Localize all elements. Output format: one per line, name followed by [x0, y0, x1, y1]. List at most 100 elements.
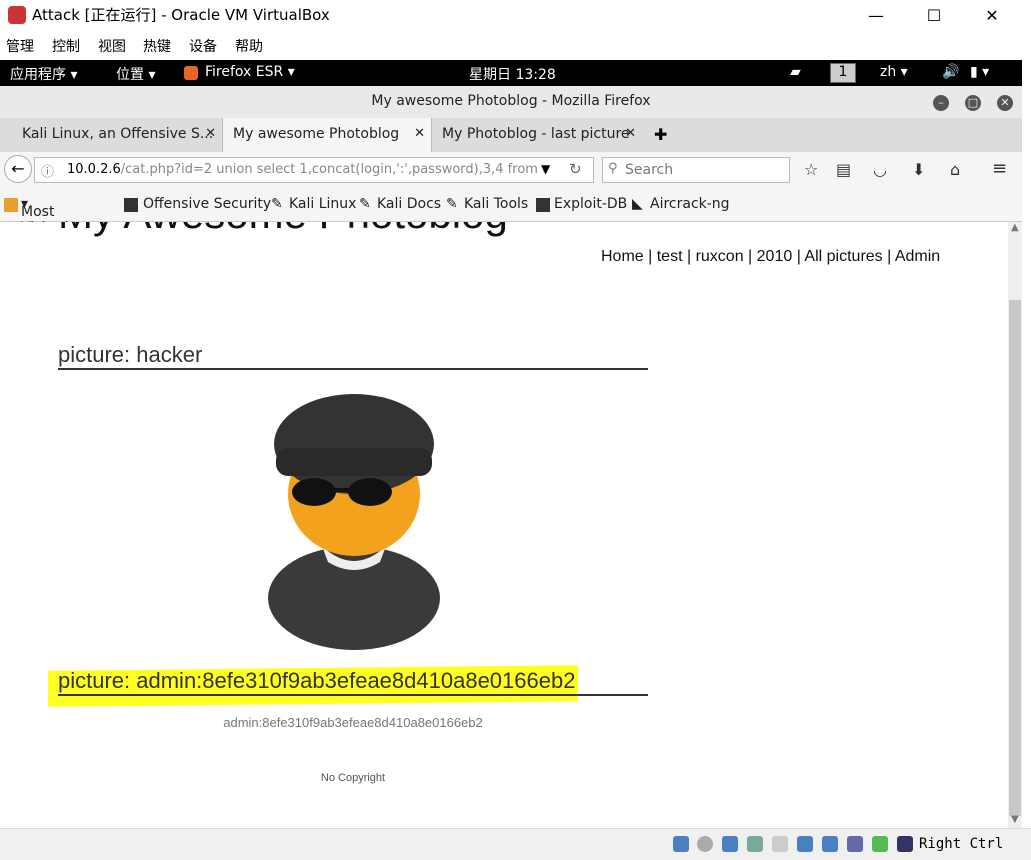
home-icon[interactable]: ⌂: [950, 160, 960, 179]
host-key-label: Right Ctrl: [919, 836, 1004, 852]
pocket-icon[interactable]: ◡: [873, 160, 887, 179]
vertical-scrollbar[interactable]: ▲ ▼: [1008, 222, 1022, 828]
download-icon[interactable]: ⬇: [912, 160, 925, 179]
host-close-button[interactable]: ✕: [963, 0, 1021, 30]
firefox-window-title: My awesome Photoblog - Mozilla Firefox: [371, 93, 651, 109]
kali-icon: ✎: [271, 196, 283, 212]
bookmark-kali-docs[interactable]: Kali Docs: [377, 196, 441, 212]
page-content: My Awesome Photoblog Home | test | ruxco…: [0, 222, 1008, 828]
nav-ruxcon[interactable]: ruxcon: [696, 248, 744, 265]
url-text[interactable]: 10.0.2.6/cat.php?id=2 union select 1,con…: [67, 162, 547, 177]
firefox-app-menu[interactable]: Firefox ESR ▾: [205, 64, 295, 80]
menu-control[interactable]: 控制: [52, 36, 80, 56]
hacker-avatar-image: [268, 394, 440, 650]
tab-photoblog[interactable]: My awesome Photoblog ✕: [222, 118, 432, 152]
virtualbox-icon: [8, 6, 26, 24]
bookmark-kali-tools[interactable]: Kali Tools: [464, 196, 528, 212]
bookmark-aircrack-ng[interactable]: Aircrack-ng: [650, 196, 730, 212]
cd-icon[interactable]: [697, 836, 713, 852]
clock[interactable]: 星期日 13:28: [469, 64, 556, 84]
close-icon[interactable]: ✕: [205, 126, 216, 141]
ff-minimize-icon[interactable]: –: [933, 95, 949, 111]
menu-devices[interactable]: 设备: [189, 36, 217, 56]
menu-hotkey[interactable]: 热键: [143, 36, 171, 56]
video-icon[interactable]: ▰: [790, 64, 801, 80]
menu-view[interactable]: 视图: [98, 36, 126, 56]
optical-drive-icon[interactable]: [673, 836, 689, 852]
url-bar[interactable]: ⓘ 10.0.2.6/cat.php?id=2 union select 1,c…: [34, 157, 594, 183]
navigation-toolbar: ← ⓘ 10.0.2.6/cat.php?id=2 union select 1…: [0, 152, 1022, 188]
firefox-icon: [184, 66, 198, 80]
places-menu[interactable]: 位置 ▾: [116, 64, 155, 84]
menu-manage[interactable]: 管理: [6, 36, 34, 56]
power-icon[interactable]: ▮ ▾: [970, 64, 989, 80]
bookmark-most-visited[interactable]: Most Visited ▾: [21, 196, 68, 236]
close-icon[interactable]: ✕: [414, 126, 425, 141]
reload-icon[interactable]: ↻: [569, 160, 582, 178]
search-icon: ⚲: [608, 161, 618, 176]
tab-strip: Kali Linux, an Offensive S... ✕ My awesom…: [0, 118, 1022, 152]
keyboard-capture-icon[interactable]: [897, 836, 913, 852]
back-arrow-icon[interactable]: ←: [4, 155, 32, 183]
site-title: My Awesome Photoblog: [58, 222, 508, 238]
nav-test[interactable]: test: [657, 248, 683, 265]
scroll-up-icon[interactable]: ▲: [1011, 222, 1019, 233]
exploit-db-icon: [536, 198, 550, 212]
folder-icon: [4, 198, 18, 212]
cpu-icon[interactable]: [847, 836, 863, 852]
menu-help[interactable]: 帮助: [235, 36, 263, 56]
applications-menu[interactable]: 应用程序 ▾: [10, 64, 77, 84]
host-menu-bar: 管理 控制 视图 热键 设备 帮助: [0, 30, 1031, 58]
tab-kali[interactable]: Kali Linux, an Offensive S... ✕: [0, 118, 222, 152]
network-icon[interactable]: [747, 836, 763, 852]
picture-heading-hacker: picture: hacker: [58, 342, 648, 370]
gnome-top-panel: 应用程序 ▾ 位置 ▾ Firefox ESR ▾ 星期日 13:28 ▰ 1 …: [0, 60, 1022, 86]
host-window-title: Attack [正在运行] - Oracle VM VirtualBox: [32, 6, 330, 24]
firefox-title-bar: My awesome Photoblog - Mozilla Firefox –…: [0, 86, 1022, 118]
bookmark-exploit-db[interactable]: Exploit-DB: [554, 196, 627, 212]
bookmarks-toolbar: Most Visited ▾ Offensive Security ✎ Kali…: [0, 188, 1022, 236]
picture-heading-admin: picture: admin:8efe310f9ab3efeae8d410a8e…: [58, 668, 648, 696]
nav-all-pictures[interactable]: All pictures: [804, 248, 882, 265]
host-minimize-button[interactable]: —: [847, 0, 905, 30]
language-menu[interactable]: zh ▾: [880, 64, 908, 80]
scroll-down-icon[interactable]: ▼: [1011, 814, 1019, 825]
kali-docs-icon: ✎: [359, 196, 371, 212]
site-nav: Home | test | ruxcon | 2010 | All pictur…: [601, 248, 941, 265]
bookmark-offensive-security[interactable]: Offensive Security: [143, 196, 271, 212]
aircrack-icon: ◣: [632, 196, 643, 212]
host-maximize-button[interactable]: ☐: [905, 0, 963, 30]
vbox-status-bar: Right Ctrl: [0, 828, 1031, 860]
volume-icon[interactable]: 🔊: [942, 64, 959, 80]
nav-admin[interactable]: Admin: [895, 248, 940, 265]
ff-maximize-icon[interactable]: □: [965, 95, 981, 111]
close-icon[interactable]: ✕: [625, 126, 636, 141]
kali-tools-icon: ✎: [446, 196, 458, 212]
scrollbar-thumb[interactable]: [1009, 300, 1021, 816]
bookmark-star-icon[interactable]: ☆: [804, 160, 818, 179]
mouse-integration-icon[interactable]: [872, 836, 888, 852]
picture-caption: admin:8efe310f9ab3efeae8d410a8e0166eb2: [223, 715, 483, 730]
display-icon[interactable]: [822, 836, 838, 852]
nav-2010[interactable]: 2010: [757, 248, 793, 265]
nav-home[interactable]: Home: [601, 248, 644, 265]
hamburger-menu-icon[interactable]: ≡: [992, 158, 1007, 179]
search-input[interactable]: ⚲ Search: [602, 157, 790, 183]
shared-folder-icon[interactable]: [797, 836, 813, 852]
reader-list-icon[interactable]: ▤: [836, 160, 851, 179]
tab-label: Kali Linux, an Offensive S...: [22, 126, 214, 142]
workspace-indicator[interactable]: 1: [830, 63, 856, 83]
offsec-icon: [124, 198, 138, 212]
info-icon[interactable]: ⓘ: [41, 161, 54, 180]
usb-icon[interactable]: [772, 836, 788, 852]
host-title-bar: Attack [正在运行] - Oracle VM VirtualBox — ☐…: [0, 0, 1031, 30]
footer-copyright: No Copyright: [320, 772, 386, 784]
search-placeholder: Search: [625, 162, 674, 178]
tab-label: My awesome Photoblog: [233, 126, 400, 142]
new-tab-icon[interactable]: ✚: [654, 125, 667, 144]
audio-icon[interactable]: [722, 836, 738, 852]
url-dropdown-icon[interactable]: ▼: [541, 162, 550, 176]
ff-close-icon[interactable]: ✕: [997, 95, 1013, 111]
bookmark-kali-linux[interactable]: Kali Linux: [289, 196, 356, 212]
tab-last-picture[interactable]: My Photoblog - last picture ✕: [432, 118, 642, 152]
